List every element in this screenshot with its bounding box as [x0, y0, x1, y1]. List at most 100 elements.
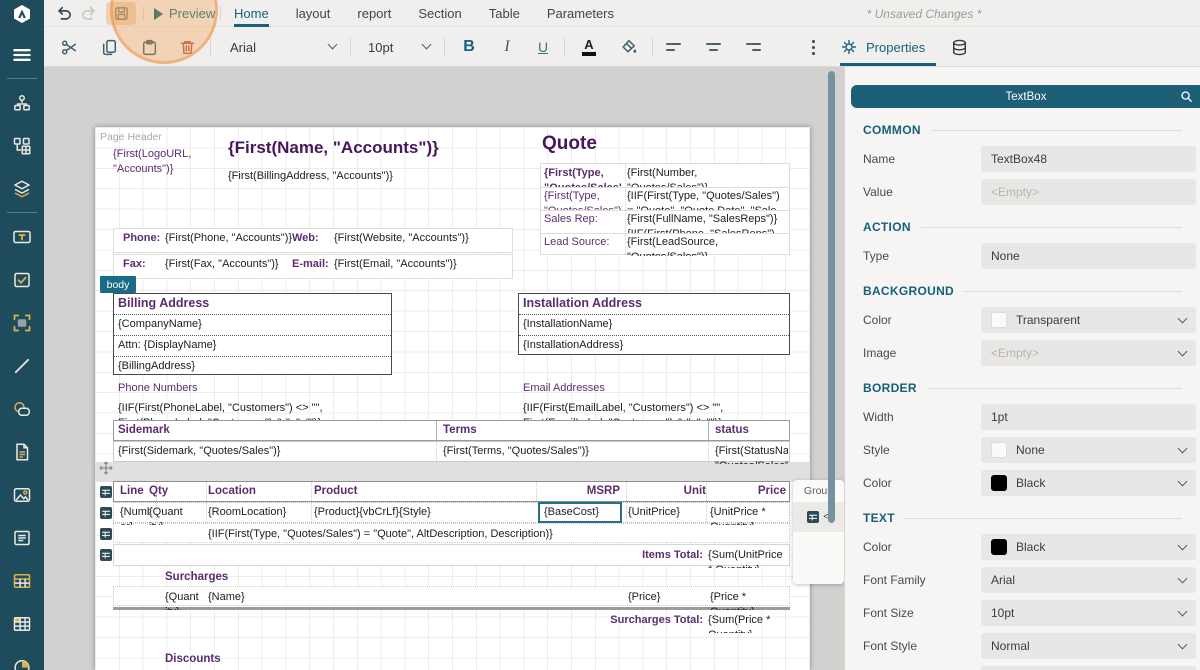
- report-field[interactable]: status: [715, 423, 749, 438]
- report-field[interactable]: Terms: [443, 423, 477, 438]
- data-source-button[interactable]: [946, 35, 972, 59]
- table-row-handle-icon[interactable]: [100, 485, 112, 503]
- sidebar-item-list-tool[interactable]: [0, 516, 44, 559]
- bold-button[interactable]: B: [456, 35, 482, 59]
- report-field[interactable]: {First(Name, "Accounts")}: [228, 140, 439, 155]
- report-field[interactable]: Line: [120, 484, 144, 499]
- sidebar-item-explorer[interactable]: [0, 81, 44, 124]
- report-field[interactable]: {BillingAddress}: [118, 359, 195, 374]
- table-row-handle-icon[interactable]: [100, 548, 112, 566]
- property-color-select[interactable]: Black: [981, 470, 1196, 496]
- report-field[interactable]: Surcharges: [165, 570, 228, 585]
- property-image-select[interactable]: <Empty>: [981, 340, 1196, 366]
- sidebar-item-layers[interactable]: [0, 167, 44, 210]
- table-row-handle-icon[interactable]: [100, 527, 112, 545]
- report-field[interactable]: Location: [208, 484, 256, 499]
- group-table-icon[interactable]: [807, 511, 819, 523]
- font-size-select[interactable]: 10pt: [360, 35, 436, 59]
- report-field[interactable]: {Product}{vbCrLf}{Style}: [314, 505, 431, 520]
- properties-tab[interactable]: Properties: [840, 35, 925, 59]
- property-color-select[interactable]: Transparent: [981, 307, 1196, 333]
- preview-button[interactable]: Preview: [154, 2, 215, 25]
- table-row-handle-icon[interactable]: [100, 506, 112, 524]
- report-field[interactable]: {First(Email, "Accounts")}: [334, 257, 457, 272]
- report-field[interactable]: {Name}: [208, 590, 245, 605]
- align-right-button[interactable]: [740, 35, 766, 59]
- delete-button[interactable]: [174, 35, 200, 59]
- property-color-select[interactable]: Black: [981, 534, 1196, 560]
- canvas-scrollbar[interactable]: [828, 71, 835, 523]
- report-field[interactable]: Lead Source:: [544, 235, 609, 250]
- report-field[interactable]: E-mail:: [292, 257, 329, 272]
- body-band-tag[interactable]: body: [100, 276, 136, 293]
- sidebar-item-shape-tool[interactable]: [0, 387, 44, 430]
- sidebar-item-textbox-tool[interactable]: [0, 215, 44, 258]
- sidebar-item-line-tool[interactable]: [0, 344, 44, 387]
- report-field[interactable]: {UnitPrice}: [628, 505, 680, 520]
- report-page[interactable]: body Page Header {First(LogoURL, "Account…: [95, 127, 810, 670]
- report-field[interactable]: Attn: {DisplayName}: [118, 338, 216, 353]
- report-field[interactable]: {First(Type, "Quotes/Sales")}: [544, 166, 622, 187]
- design-canvas[interactable]: body Page Header {First(LogoURL, "Account…: [44, 67, 844, 670]
- report-field[interactable]: {First(LogoURL, "Accounts")}: [113, 147, 221, 177]
- report-field[interactable]: Unit: [628, 484, 706, 499]
- selected-element-header[interactable]: TextBox: [851, 85, 1200, 108]
- sidebar-item-menu[interactable]: [0, 33, 44, 76]
- align-center-button[interactable]: [700, 35, 726, 59]
- undo-button[interactable]: [54, 2, 73, 25]
- sidebar-item-grid-tool[interactable]: [0, 602, 44, 645]
- report-field[interactable]: {First(BillingAddress, "Accounts")}: [228, 169, 408, 184]
- property-style-select[interactable]: None: [981, 437, 1196, 463]
- group-popup[interactable]: Group <: [793, 480, 844, 584]
- report-field[interactable]: {First(StatusName, "Quotes/Sales")}: [715, 444, 788, 464]
- fill-color-button[interactable]: [616, 35, 642, 59]
- report-field[interactable]: Page Header: [100, 130, 162, 145]
- sidebar-item-checkbox-tool[interactable]: [0, 258, 44, 301]
- search-icon[interactable]: [1179, 89, 1194, 104]
- align-left-button[interactable]: [660, 35, 686, 59]
- report-field[interactable]: Qty: [149, 484, 168, 499]
- report-field[interactable]: {IIF(First(Type, "Quotes/Sales") = "Quot…: [627, 189, 787, 210]
- property-font-family-select[interactable]: Arial: [981, 567, 1196, 593]
- italic-button[interactable]: I: [494, 35, 520, 59]
- report-field[interactable]: Sales Rep:: [544, 212, 598, 227]
- report-field[interactable]: Web:: [292, 231, 319, 246]
- report-field[interactable]: {First(Type, "Quotes/Sales")}: [544, 189, 622, 210]
- report-field[interactable]: {InstallationName}: [523, 317, 612, 332]
- cut-button[interactable]: [56, 35, 82, 59]
- redo-button[interactable]: [80, 2, 99, 25]
- save-button[interactable]: [106, 2, 136, 25]
- property-name-input[interactable]: TextBox48: [981, 146, 1196, 172]
- report-field[interactable]: Product: [314, 484, 357, 499]
- ribbon-tab-section[interactable]: Section: [418, 0, 461, 27]
- report-field[interactable]: {First(Sidemark, "Quotes/Sales")}: [118, 444, 280, 459]
- ribbon-tab-home[interactable]: Home: [234, 0, 269, 27]
- report-field[interactable]: {IIF(First(PhoneLabel, "Customers") <> "…: [118, 401, 418, 420]
- report-field[interactable]: {UnitPrice * Quantity}: [710, 505, 786, 525]
- property-font-size-select[interactable]: 10pt: [981, 600, 1196, 626]
- report-field[interactable]: {CompanyName}: [118, 317, 202, 332]
- report-field[interactable]: {Price}: [628, 590, 660, 605]
- report-field[interactable]: {First(Website, "Accounts")}: [334, 231, 469, 246]
- ribbon-tab-table[interactable]: Table: [489, 0, 520, 27]
- more-options-button[interactable]: [800, 35, 826, 59]
- ribbon-tab-parameters[interactable]: Parameters: [547, 0, 614, 27]
- font-color-button[interactable]: A: [576, 35, 602, 59]
- report-field[interactable]: {First(FullName, "SalesReps")} {IIF(Firs…: [627, 212, 787, 233]
- font-family-select[interactable]: Arial: [222, 35, 342, 59]
- report-field[interactable]: {First(Terms, "Quotes/Sales")}: [443, 444, 589, 459]
- sidebar-item-image-tool[interactable]: [0, 473, 44, 516]
- report-field[interactable]: Sidemark: [118, 423, 170, 438]
- report-field[interactable]: Billing Address: [118, 296, 209, 311]
- report-field[interactable]: Installation Address: [523, 296, 642, 311]
- report-field[interactable]: Quote: [542, 136, 597, 151]
- report-field[interactable]: Phone Numbers: [118, 381, 198, 396]
- property-font-style-select[interactable]: Normal: [981, 633, 1196, 659]
- report-field[interactable]: {First(Number, "Quotes/Sales")}: [627, 166, 785, 187]
- sidebar-item-chart-tool[interactable]: [0, 645, 44, 670]
- copy-button[interactable]: [96, 35, 122, 59]
- report-field[interactable]: {Sum(Price * Quantity}: [708, 613, 786, 633]
- report-field[interactable]: {BaseCost}: [544, 505, 599, 520]
- ribbon-tab-report[interactable]: report: [357, 0, 391, 27]
- report-field[interactable]: Fax:: [123, 257, 146, 272]
